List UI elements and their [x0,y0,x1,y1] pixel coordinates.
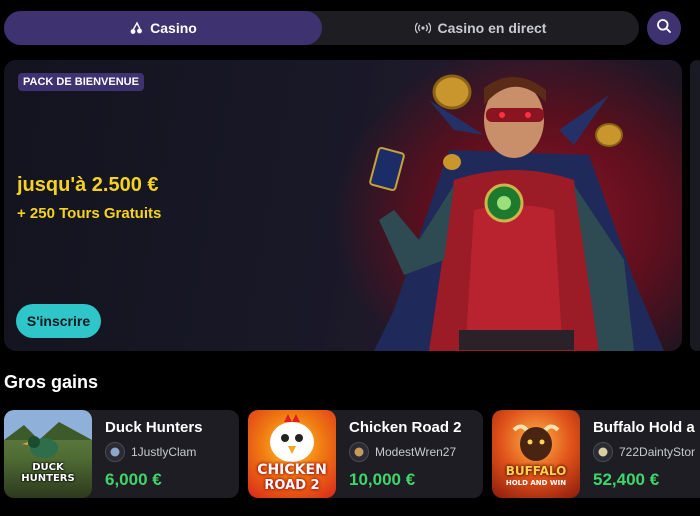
tab-casino[interactable]: Casino [4,11,322,45]
win-user: 722DaintyStor [593,442,695,462]
search-button[interactable] [647,11,681,45]
big-win-card[interactable]: DUCK HUNTERS Duck Hunters 1JustlyClam 6,… [4,410,239,498]
win-game-name: Buffalo Hold a [593,419,695,436]
big-wins-title: Gros gains [4,372,99,392]
welcome-pack-banner[interactable]: PACK DE BIENVENUE jusqu'à 2.500 € + 250 … [4,60,682,351]
win-game-name: Duck Hunters [105,419,203,436]
avatar [105,442,125,462]
buffalo-logo-line1: BUFFALO [505,464,567,478]
buffalo-thumbnail: BUFFALO HOLD AND WIN [492,410,580,498]
live-broadcast-icon [414,22,431,34]
bonus-headline: jusqu'à 2.500 € [17,174,159,196]
win-username: 1JustlyClam [131,445,197,459]
win-user: 1JustlyClam [105,442,196,462]
chicken-road-thumbnail: CHICKEN ROAD 2 [248,410,336,498]
casino-mode-tabs: Casino Casino en direct [4,11,639,45]
signup-button[interactable]: S'inscrire [16,304,101,338]
big-win-card[interactable]: CHICKEN ROAD 2 Chicken Road 2 ModestWren… [248,410,483,498]
search-icon [656,18,672,39]
win-amount: 6,000 € [105,470,162,489]
win-username: 722DaintyStor [619,445,696,459]
win-amount: 52,400 € [593,470,660,489]
chicken-road-logo-line1: CHICKEN [257,462,327,478]
avatar [349,442,369,462]
superhero-illustration [369,74,664,351]
welcome-pack-badge: PACK DE BIENVENUE [18,73,144,91]
big-win-card[interactable]: BUFFALO HOLD AND WIN Buffalo Hold a 722D… [492,410,700,498]
win-user: ModestWren27 [349,442,456,462]
free-spins-subline: + 250 Tours Gratuits [17,205,162,222]
tab-casino-en-direct[interactable]: Casino en direct [322,11,639,45]
duck-hunters-logo-text: DUCK HUNTERS [21,462,75,484]
duck-hunters-thumbnail: DUCK HUNTERS [4,410,92,498]
win-game-name: Chicken Road 2 [349,419,462,436]
chicken-road-logo-line2: ROAD 2 [264,478,320,493]
next-banner-peek[interactable] [690,60,700,351]
tab-casino-label: Casino [150,20,197,36]
win-username: ModestWren27 [375,445,457,459]
buffalo-logo-line2: HOLD AND WIN [505,479,567,487]
tab-live-label: Casino en direct [437,20,547,36]
cherries-icon [129,21,143,35]
win-amount: 10,000 € [349,470,416,489]
avatar [593,442,613,462]
